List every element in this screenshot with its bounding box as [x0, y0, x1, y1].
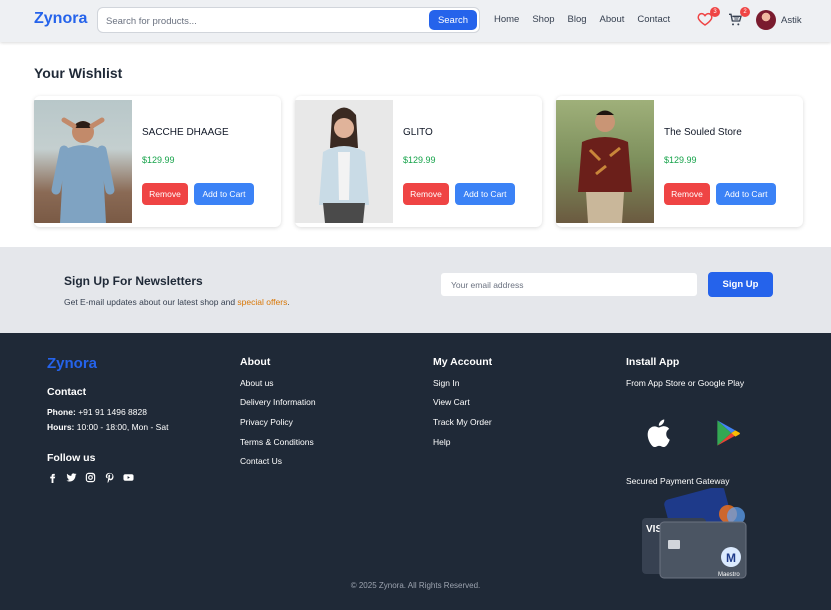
special-offers-highlight: special offers: [237, 297, 288, 307]
hours-label: Hours:: [47, 422, 75, 432]
footer-link-about-us[interactable]: About us: [240, 378, 274, 388]
add-to-cart-button[interactable]: Add to Cart: [455, 183, 515, 205]
product-name[interactable]: GLITO: [403, 127, 433, 138]
wishlist-card: The Souled Store $129.99 Remove Add to C…: [556, 96, 803, 227]
hours-line: Hours: 10:00 - 18:00, Mon - Sat: [47, 422, 168, 432]
remove-button[interactable]: Remove: [664, 183, 710, 205]
footer-link-sign-in[interactable]: Sign In: [433, 378, 459, 388]
payment-heading: Secured Payment Gateway: [626, 476, 730, 486]
newsletter-section: Sign Up For Newsletters Get E-mail updat…: [0, 247, 831, 333]
footer-logo[interactable]: Zynora: [47, 355, 97, 372]
nav-blog[interactable]: Blog: [568, 14, 587, 25]
svg-text:Maestro: Maestro: [718, 572, 740, 578]
newsletter-title: Sign Up For Newsletters: [64, 274, 203, 288]
footer-link-terms[interactable]: Terms & Conditions: [240, 437, 314, 447]
footer: Zynora Contact Phone: +91 91 1496 8828 H…: [0, 333, 831, 610]
follow-heading: Follow us: [47, 452, 96, 464]
footer-link-view-cart[interactable]: View Cart: [433, 397, 470, 407]
contact-heading: Contact: [47, 386, 87, 398]
copyright: © 2025 Zynora. All Rights Reserved.: [350, 581, 481, 590]
cart-count-badge: 2: [740, 7, 750, 17]
phone-label: Phone:: [47, 407, 76, 417]
sign-up-button[interactable]: Sign Up: [708, 272, 773, 297]
footer-link-delivery[interactable]: Delivery Information: [240, 397, 316, 407]
remove-button[interactable]: Remove: [142, 183, 188, 205]
apple-icon[interactable]: [643, 416, 677, 450]
youtube-icon[interactable]: [123, 470, 134, 481]
instagram-icon[interactable]: [85, 470, 96, 483]
about-heading: About: [240, 356, 271, 368]
product-image[interactable]: [556, 100, 654, 223]
nav-about[interactable]: About: [600, 14, 625, 25]
footer-link-help[interactable]: Help: [433, 437, 450, 447]
facebook-icon[interactable]: [47, 470, 58, 483]
hours-value: 10:00 - 18:00, Mon - Sat: [76, 422, 169, 432]
install-app-heading: Install App: [626, 356, 680, 368]
wishlist-button[interactable]: 3: [697, 7, 720, 29]
add-to-cart-button[interactable]: Add to Cart: [194, 183, 254, 205]
top-navbar: Zynora Search Home Shop Blog About Conta…: [0, 0, 831, 42]
cart-button[interactable]: 2: [727, 7, 750, 29]
main-nav: Home Shop Blog About Contact: [494, 14, 683, 25]
account-heading: My Account: [433, 356, 493, 368]
install-app-subtitle: From App Store or Google Play: [626, 378, 745, 388]
page-title: Your Wishlist: [34, 65, 123, 81]
email-field[interactable]: [440, 272, 698, 297]
search-bar: Search: [97, 7, 480, 33]
svg-text:M: M: [726, 551, 736, 565]
google-play-icon[interactable]: [712, 417, 746, 451]
twitter-icon[interactable]: [66, 470, 77, 482]
newsletter-subtitle: Get E-mail updates about our latest shop…: [64, 297, 290, 307]
phone-line: Phone: +91 91 1496 8828: [47, 407, 147, 417]
pinterest-icon[interactable]: [104, 470, 115, 483]
wishlist-card: SACCHE DHAAGE $129.99 Remove Add to Cart: [34, 96, 281, 227]
newsletter-subtitle-suffix: .: [287, 297, 290, 307]
product-image[interactable]: [34, 100, 132, 223]
product-name[interactable]: The Souled Store: [664, 127, 742, 138]
product-name[interactable]: SACCHE DHAAGE: [142, 127, 229, 138]
product-price: $129.99: [664, 155, 697, 165]
phone-value: +91 91 1496 8828: [78, 407, 147, 417]
remove-button[interactable]: Remove: [403, 183, 449, 205]
wishlist-card: GLITO $129.99 Remove Add to Cart: [295, 96, 542, 227]
add-to-cart-button[interactable]: Add to Cart: [716, 183, 776, 205]
wishlist-count-badge: 3: [710, 7, 720, 17]
newsletter-subtitle-text: Get E-mail updates about our latest shop…: [64, 297, 238, 307]
product-price: $129.99: [142, 155, 175, 165]
footer-link-contact[interactable]: Contact Us: [240, 456, 282, 466]
brand-logo[interactable]: Zynora: [34, 10, 87, 28]
search-input[interactable]: [106, 12, 426, 30]
product-image[interactable]: [295, 100, 393, 223]
product-price: $129.99: [403, 155, 436, 165]
username[interactable]: Astik: [781, 15, 802, 26]
nav-home[interactable]: Home: [494, 14, 519, 25]
social-links: [47, 470, 134, 483]
avatar[interactable]: [756, 10, 776, 30]
footer-link-privacy[interactable]: Privacy Policy: [240, 417, 293, 427]
footer-link-track-order[interactable]: Track My Order: [433, 417, 492, 427]
nav-shop[interactable]: Shop: [532, 14, 554, 25]
payment-cards-image: VIS M Maestro: [640, 485, 754, 580]
nav-contact[interactable]: Contact: [637, 14, 670, 25]
search-button[interactable]: Search: [429, 10, 477, 30]
